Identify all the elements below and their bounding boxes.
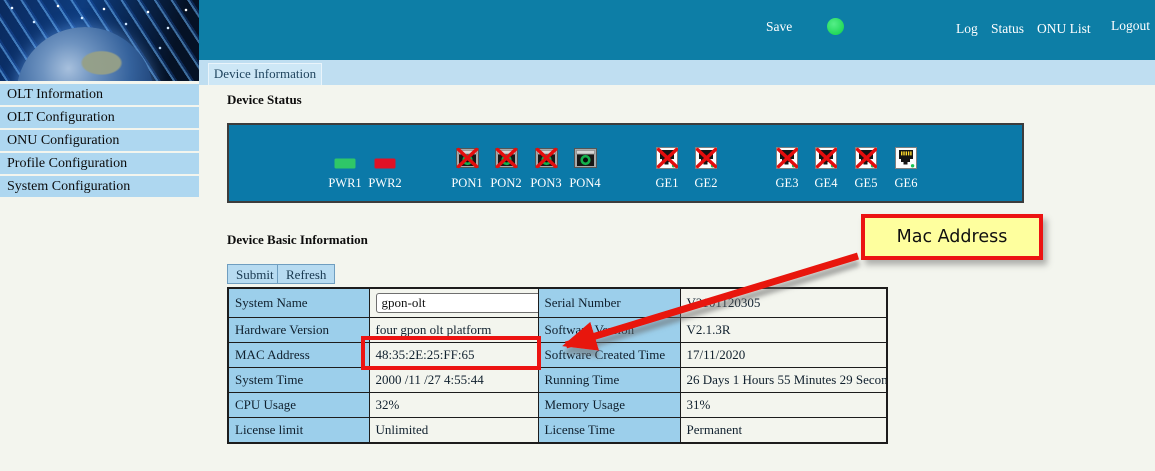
submit-button[interactable]: Submit	[227, 264, 283, 284]
device-status-heading: Device Status	[227, 92, 302, 108]
sidebar: OLT Information OLT Configuration ONU Co…	[0, 84, 199, 199]
nav-status[interactable]: Status	[991, 21, 1024, 37]
sidebar-item-system-configuration[interactable]: System Configuration	[0, 176, 199, 197]
table-cell-value: Unlimited	[369, 418, 538, 444]
table-row: CPU Usage 32% Memory Usage 31%	[228, 393, 887, 418]
system-name-input[interactable]	[376, 293, 539, 313]
port-label: PON2	[490, 177, 521, 190]
refresh-button[interactable]: Refresh	[277, 264, 335, 284]
ethernet-port-icon	[855, 147, 877, 174]
port-ge2: GE2	[683, 142, 729, 190]
table-cell-value: 26 Days 1 Hours 55 Minutes 29 Seconds	[680, 368, 887, 393]
table-cell-label: System Time	[228, 368, 369, 393]
ethernet-port-icon	[815, 147, 837, 174]
table-cell-value: 2000 /11 /27 4:55:44	[369, 368, 538, 393]
table-cell-label: Memory Usage	[538, 393, 680, 418]
status-dot-icon	[827, 18, 844, 35]
device-basic-heading: Device Basic Information	[227, 232, 368, 248]
tab-bar: Device Information	[199, 60, 1155, 85]
table-cell-label: License limit	[228, 418, 369, 444]
table-cell-value: 17/11/2020	[680, 343, 887, 368]
sidebar-item-olt-configuration[interactable]: OLT Configuration	[0, 107, 199, 128]
power-led-icon	[374, 156, 396, 174]
sidebar-item-profile-configuration[interactable]: Profile Configuration	[0, 153, 199, 174]
port-label: PWR1	[328, 177, 361, 190]
table-cell-value	[369, 288, 538, 318]
table-row: System Name Serial Number V2101120305	[228, 288, 887, 318]
sidebar-item-olt-information[interactable]: OLT Information	[0, 84, 199, 105]
port-label: GE6	[895, 177, 918, 190]
logout-button[interactable]: Logout	[1111, 18, 1150, 34]
table-cell-label: Software Version	[538, 318, 680, 343]
table-cell-value: 32%	[369, 393, 538, 418]
tab-device-information[interactable]: Device Information	[208, 63, 322, 85]
nav-onu-list[interactable]: ONU List	[1037, 21, 1091, 37]
port-label: GE3	[776, 177, 799, 190]
table-cell-value: four gpon olt platform	[369, 318, 538, 343]
pon-port-icon	[495, 147, 518, 174]
port-ge6: GE6	[883, 142, 929, 190]
port-label: PON1	[451, 177, 482, 190]
ethernet-port-icon	[895, 147, 917, 174]
table-cell-label: System Name	[228, 288, 369, 318]
ethernet-port-icon	[776, 147, 798, 174]
ethernet-port-icon	[695, 147, 717, 174]
table-row: License limit Unlimited License Time Per…	[228, 418, 887, 444]
table-cell-label: Serial Number	[538, 288, 680, 318]
port-label: PWR2	[368, 177, 401, 190]
port-pwr2: PWR2	[362, 142, 408, 190]
port-label: GE5	[855, 177, 878, 190]
fiber-globe-logo	[0, 0, 199, 81]
power-led-icon	[334, 156, 356, 174]
table-cell-value: 31%	[680, 393, 887, 418]
table-cell-value: Permanent	[680, 418, 887, 444]
port-label: GE2	[695, 177, 718, 190]
table-cell-value: V2101120305	[680, 288, 887, 318]
table-cell-label: Hardware Version	[228, 318, 369, 343]
table-row: MAC Address 48:35:2E:25:FF:65 Software C…	[228, 343, 887, 368]
pon-port-icon	[456, 147, 479, 174]
table-cell-value: V2.1.3R	[680, 318, 887, 343]
port-label: GE1	[656, 177, 679, 190]
table-row: Hardware Version four gpon olt platform …	[228, 318, 887, 343]
port-label: GE4	[815, 177, 838, 190]
mac-address-value: 48:35:2E:25:FF:65	[369, 343, 538, 368]
table-cell-label: CPU Usage	[228, 393, 369, 418]
port-pon4: PON4	[562, 142, 608, 190]
pon-port-icon	[574, 147, 597, 174]
port-label: PON4	[569, 177, 600, 190]
mac-callout: Mac Address	[861, 214, 1043, 260]
table-cell-label: License Time	[538, 418, 680, 444]
sidebar-item-onu-configuration[interactable]: ONU Configuration	[0, 130, 199, 151]
device-info-table: System Name Serial Number V2101120305 Ha…	[227, 287, 888, 444]
save-button[interactable]: Save	[766, 19, 792, 35]
table-row: System Time 2000 /11 /27 4:55:44 Running…	[228, 368, 887, 393]
pon-port-icon	[535, 147, 558, 174]
table-cell-label: MAC Address	[228, 343, 369, 368]
device-status-panel: PWR1 PWR2 PON1 PON2 PON3 PON4 GE1 GE2 GE3	[227, 123, 1024, 203]
table-cell-label: Software Created Time	[538, 343, 680, 368]
nav-log[interactable]: Log	[956, 21, 978, 37]
ethernet-port-icon	[656, 147, 678, 174]
table-cell-label: Running Time	[538, 368, 680, 393]
globe-icon	[16, 27, 154, 81]
port-label: PON3	[530, 177, 561, 190]
